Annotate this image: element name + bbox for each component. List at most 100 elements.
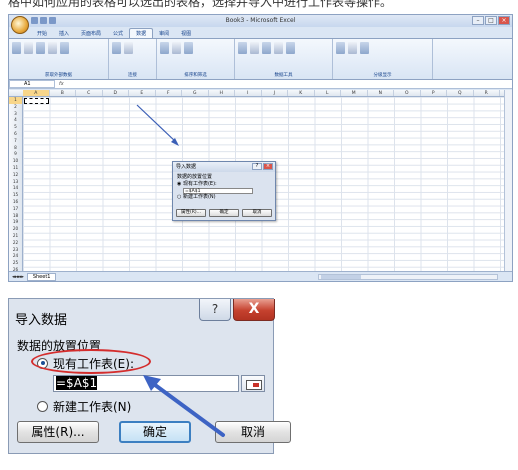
column-header[interactable]: P [421,90,447,96]
help-icon[interactable]: ? [252,163,262,170]
office-button[interactable] [11,16,29,34]
column-header[interactable]: K [288,90,315,96]
column-header[interactable]: G [182,90,209,96]
row-header[interactable]: 18 [9,213,22,220]
ok-button[interactable]: 确定 [119,421,191,443]
column-header[interactable]: C [76,90,103,96]
highlight-ellipse [31,349,151,374]
row-header[interactable]: 13 [9,179,22,186]
connections-icon[interactable] [124,42,133,54]
row-header[interactable]: 21 [9,233,22,240]
window-controls: – □ × [472,16,510,25]
fx-icon[interactable]: fx [59,81,64,87]
row-header[interactable]: 4 [9,117,22,124]
collapse-dialog-icon[interactable] [241,375,265,392]
sort-icon[interactable] [160,42,169,54]
radio-unselected-icon[interactable] [37,400,48,412]
column-header[interactable]: Q [447,90,474,96]
row-header[interactable]: 7 [9,138,22,145]
name-box[interactable]: A1 [9,80,55,88]
remove-duplicates-icon[interactable] [250,42,259,54]
ok-button[interactable]: 确定 [209,209,239,217]
column-header[interactable]: R [474,90,500,96]
group-label: 数据工具 [274,73,293,78]
column-header[interactable]: L [315,90,341,96]
filter-icon[interactable] [172,42,181,54]
tab-insert[interactable]: 插入 [53,29,75,38]
text-to-columns-icon[interactable] [238,42,247,54]
column-header[interactable]: E [129,90,156,96]
cell-reference-value: =$A$1 [56,376,98,390]
row-header[interactable]: 8 [9,145,22,152]
column-header[interactable]: N [368,90,394,96]
close-icon[interactable]: × [263,163,273,170]
column-header[interactable]: B [50,90,76,96]
close-icon[interactable]: X [233,299,275,321]
row-header[interactable]: 24 [9,253,22,260]
column-header[interactable]: J [262,90,288,96]
column-header[interactable]: O [394,90,421,96]
row-header[interactable]: 10 [9,158,22,165]
radio-existing[interactable]: ◉ 现有工作表(E): [177,181,271,188]
sheet-nav-icons[interactable]: ◂◂ ◂ ▸ ▸▸ [12,274,24,280]
row-header[interactable]: 9 [9,151,22,158]
text-icon[interactable] [36,42,45,54]
subtotal-icon[interactable] [360,42,369,54]
row-header[interactable]: 17 [9,206,22,213]
sheet-tab[interactable]: Sheet1 [26,273,57,281]
close-button[interactable]: × [498,16,510,25]
group-icon[interactable] [336,42,345,54]
other-sources-icon[interactable] [48,42,57,54]
refresh-icon[interactable] [112,42,121,54]
row-header[interactable]: 15 [9,192,22,199]
column-header[interactable]: M [341,90,368,96]
row-header[interactable]: 14 [9,185,22,192]
existing-connections-icon[interactable] [60,42,69,54]
column-header[interactable]: A [23,90,50,96]
tab-formulas[interactable]: 公式 [107,29,129,38]
row-header[interactable]: 3 [9,111,22,118]
row-header[interactable]: 12 [9,172,22,179]
radio-new[interactable]: ○ 新建工作表(N) [177,194,271,201]
help-icon[interactable]: ? [199,299,231,321]
horizontal-scrollbar[interactable] [318,274,498,280]
cancel-button[interactable]: 取消 [215,421,291,443]
ribbon-tabs: 开始 插入 页面布局 公式 数据 审阅 视图 [9,27,512,38]
column-header[interactable]: F [156,90,182,96]
column-header[interactable]: D [103,90,129,96]
row-header[interactable]: 19 [9,219,22,226]
data-validation-icon[interactable] [262,42,271,54]
row-header[interactable]: 16 [9,199,22,206]
row-header[interactable]: 23 [9,247,22,254]
minimize-button[interactable]: – [472,16,484,25]
tab-home[interactable]: 开始 [31,29,53,38]
column-header[interactable]: I [235,90,262,96]
consolidate-icon[interactable] [274,42,283,54]
row-header[interactable]: 2 [9,104,22,111]
radio-new-worksheet[interactable]: 新建工作表(N) [37,397,131,415]
properties-button[interactable]: 属性(R)... [176,209,206,217]
maximize-button[interactable]: □ [485,16,497,25]
vertical-scrollbar[interactable] [504,90,512,271]
row-header[interactable]: 20 [9,226,22,233]
tab-page-layout[interactable]: 页面布局 [75,29,107,38]
row-header[interactable]: 11 [9,165,22,172]
clear-icon[interactable] [184,42,193,54]
web-icon[interactable] [24,42,33,54]
cell-reference-input[interactable]: =$A$1 [53,375,239,392]
access-icon[interactable] [12,42,21,54]
column-header[interactable]: H [209,90,235,96]
row-header[interactable]: 5 [9,124,22,131]
tab-data[interactable]: 数据 [129,28,154,38]
row-header[interactable]: 25 [9,260,22,267]
properties-button[interactable]: 属性(R)... [17,421,99,443]
row-header[interactable]: 22 [9,240,22,247]
row-header[interactable]: 6 [9,131,22,138]
column-headers: ABCDEFGHIJKLMNOPQR [9,90,512,97]
ungroup-icon[interactable] [348,42,357,54]
row-header[interactable]: 1 [9,97,22,104]
tab-view[interactable]: 视图 [175,29,197,38]
cancel-button[interactable]: 取消 [242,209,272,217]
what-if-icon[interactable] [286,42,295,54]
tab-review[interactable]: 审阅 [153,29,175,38]
